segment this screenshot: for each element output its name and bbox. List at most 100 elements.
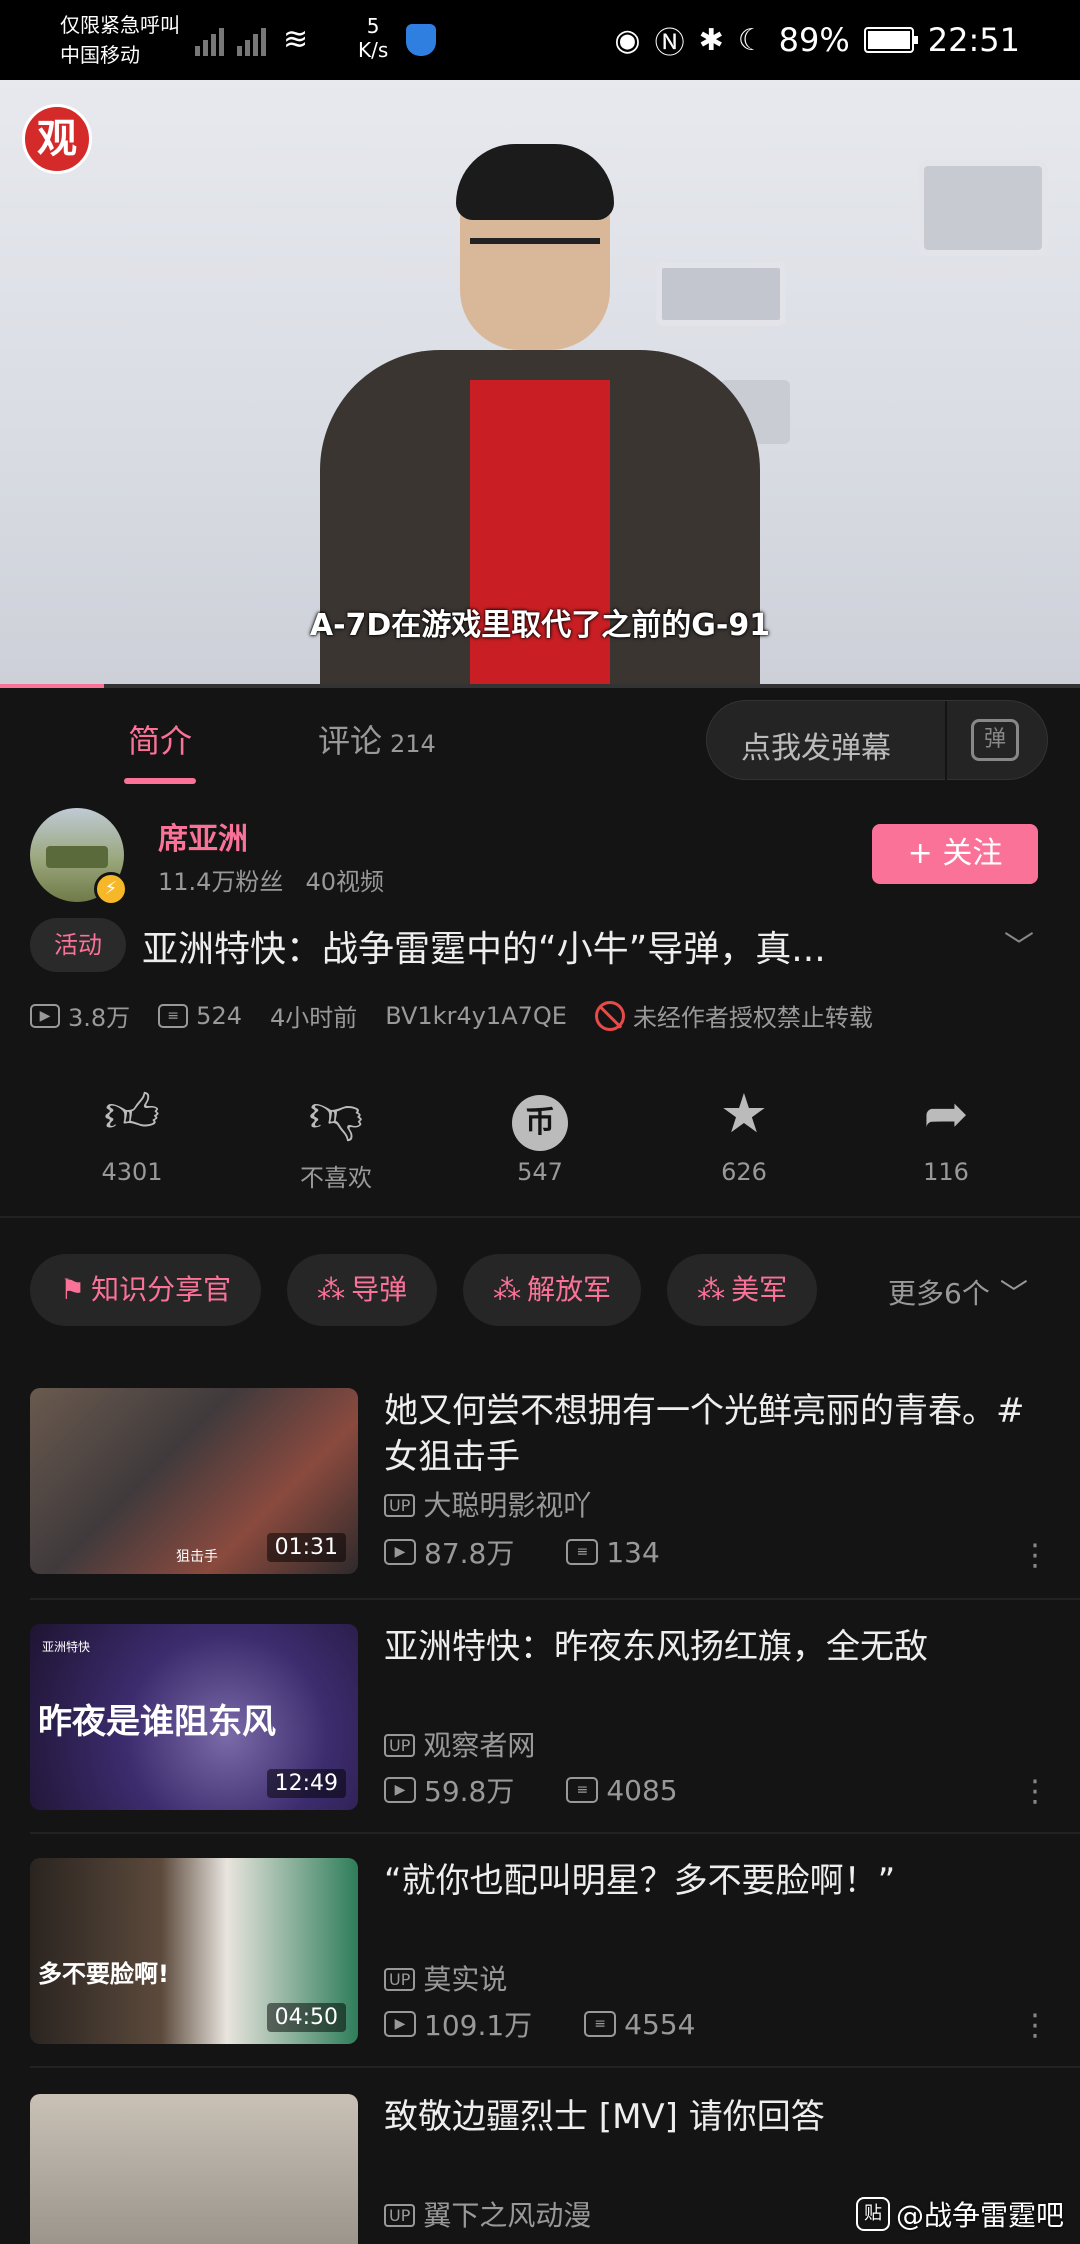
up-badge-icon: UP	[384, 1968, 416, 1991]
video-thumbnail[interactable]	[30, 2094, 358, 2244]
net-speed-value: 5	[366, 14, 380, 38]
tab-indicator	[124, 778, 196, 784]
video-duration: 01:31	[266, 1533, 346, 1562]
favorite-button[interactable]: ★ 626	[674, 1082, 814, 1186]
net-speed: 5 K/s	[358, 14, 388, 62]
related-danmaku: 134	[606, 1535, 660, 1569]
danmaku-input[interactable]: 点我发弹幕	[741, 723, 891, 767]
danmaku-box[interactable]: 点我发弹幕 弹	[706, 700, 1048, 781]
video-progress-bar[interactable]	[0, 684, 1080, 688]
tab-comments[interactable]: 评论 214	[318, 716, 436, 762]
related-plays: 109.1万	[424, 2009, 533, 2042]
flag-icon: ⚑	[60, 1273, 86, 1306]
tab-comments-label: 评论	[318, 722, 383, 760]
chip-pla[interactable]: ⁂ 解放军	[463, 1254, 642, 1326]
avatar[interactable]: ⚡	[30, 808, 128, 906]
more-vertical-icon[interactable]: ⋮	[1020, 1538, 1050, 1573]
net-speed-unit: K/s	[358, 38, 389, 62]
cluster-icon: ⁂	[697, 1273, 726, 1306]
repost-notice: 未经作者授权禁止转载	[632, 1004, 873, 1032]
uploader-stats: 11.4万粉丝 40视频	[158, 862, 384, 897]
thumbs-down-icon: 👎︎	[308, 1082, 364, 1145]
danmaku-count-icon: ≡	[566, 1539, 599, 1565]
divider	[30, 1598, 1080, 1600]
video-duration: 04:50	[266, 2003, 346, 2032]
no-repost-icon	[594, 1000, 625, 1031]
battery-percent: 89%	[778, 21, 850, 59]
cluster-icon: ⁂	[317, 1273, 346, 1306]
related-stats: ▶ 87.8万 ≡ 134	[384, 1532, 660, 1572]
thumb-caption: 昨夜是谁阻东风	[38, 1702, 276, 1742]
battery-icon	[863, 27, 918, 53]
clock: 22:51	[927, 21, 1020, 59]
cluster-icon: ⁂	[493, 1273, 522, 1306]
video-thumbnail[interactable]: 狙击手 01:31	[30, 1388, 358, 1574]
thumb-tag: 亚洲特快	[42, 1640, 91, 1654]
activity-tag[interactable]: 活动	[30, 918, 126, 972]
status-bar: 仅限紧急呼叫 中国移动 ≋ 5 K/s ◉ Ⓝ ✱ ☾ 89% 22:51	[0, 0, 1080, 80]
watermark-text: @战争雷霆吧	[895, 2199, 1064, 2232]
related-uploader: UP 观察者网	[384, 1724, 535, 1764]
carrier-name: 中国移动	[60, 43, 140, 67]
video-thumbnail[interactable]: 多不要脸啊! 04:50	[30, 1858, 358, 2044]
related-title: 亚洲特快：昨夜东风扬红旗，全无敌	[384, 1627, 928, 1667]
channel-logo: 观	[22, 104, 92, 174]
lightning-badge-icon: ⚡	[94, 872, 128, 906]
signal-icon: ≋	[195, 14, 308, 56]
emergency-text: 仅限紧急呼叫	[60, 13, 180, 37]
up-badge-icon: UP	[384, 2204, 416, 2227]
danmaku-count: 524	[196, 1001, 242, 1030]
danmaku-count-icon: ≡	[566, 1777, 599, 1803]
share-button[interactable]: ➦ 116	[876, 1082, 1016, 1186]
play-count: 3.8万	[68, 1004, 131, 1032]
more-tags-button[interactable]: 更多6个 ﹀	[888, 1272, 1028, 1312]
play-count-icon: ▶	[384, 2011, 416, 2037]
tag-chips: ⚑ 知识分享官 ⁂ 导弹 ⁂ 解放军 ⁂ 美军	[30, 1254, 818, 1326]
chevron-down-icon: ﹀	[999, 1277, 1028, 1310]
video-player[interactable]: 观 A-7D在游戏里取代了之前的G-91	[0, 80, 1080, 686]
star-icon: ★	[719, 1082, 769, 1145]
like-button[interactable]: 👍︎ 4301	[62, 1082, 202, 1186]
related-danmaku: 4554	[624, 2007, 696, 2041]
uploader-name[interactable]: 席亚洲	[158, 814, 248, 858]
related-plays: 59.8万	[424, 1775, 515, 1808]
bluetooth-icon: ✱	[698, 22, 724, 58]
tab-intro[interactable]: 简介	[128, 716, 192, 762]
watermark: 贴 @战争雷霆吧	[855, 2194, 1064, 2234]
play-count-icon: ▶	[30, 1003, 60, 1028]
related-danmaku: 4085	[606, 1773, 678, 1807]
shield-icon	[406, 24, 436, 56]
video-title: 亚洲特快：战争雷霆中的“小牛”导弹，真...	[142, 929, 826, 970]
danmaku-count-icon: ≡	[158, 1003, 189, 1028]
divider	[0, 1216, 1080, 1218]
divider	[30, 2066, 1080, 2068]
related-title: “就你也配叫明星？多不要脸啊！”	[384, 1861, 896, 1901]
related-video-item[interactable]: 多不要脸啊! 04:50 “就你也配叫明星？多不要脸啊！” UP 莫实说 ▶ 109…	[0, 1858, 1080, 2078]
status-right: ◉ Ⓝ ✱ ☾ 89% 22:51	[614, 18, 1020, 62]
dislike-button[interactable]: 👎︎ 不喜欢	[266, 1082, 406, 1193]
related-video-item[interactable]: 狙击手 01:31 她又何尝不想拥有一个光鲜亮丽的青春。#女狙击手 UP 大聪明影…	[0, 1388, 1080, 1608]
chip-knowledge-sharer[interactable]: ⚑ 知识分享官	[30, 1254, 262, 1326]
related-title: 致敬边疆烈士 [MV] 请你回答	[384, 2097, 825, 2137]
related-video-item[interactable]: 亚洲特快 昨夜是谁阻东风 12:49 亚洲特快：昨夜东风扬红旗，全无敌 UP 观察…	[0, 1624, 1080, 1844]
video-duration: 12:49	[266, 1769, 346, 1798]
more-vertical-icon[interactable]: ⋮	[1020, 1774, 1050, 1809]
related-uploader: UP 大聪明影视吖	[384, 1484, 591, 1524]
related-uploader: UP 莫实说	[384, 1958, 507, 1998]
thumb-caption: 多不要脸啊!	[38, 1960, 169, 1988]
coin-count: 547	[517, 1158, 563, 1186]
related-stats: ▶ 59.8万 ≡ 4085	[384, 1770, 678, 1810]
video-thumbnail[interactable]: 亚洲特快 昨夜是谁阻东风 12:49	[30, 1624, 358, 1810]
related-plays: 87.8万	[424, 1537, 515, 1570]
chip-missile[interactable]: ⁂ 导弹	[287, 1254, 438, 1326]
chip-us-military[interactable]: ⁂ 美军	[667, 1254, 818, 1326]
danmaku-toggle-icon[interactable]: 弹	[971, 719, 1019, 761]
coin-button[interactable]: 币 547	[470, 1082, 610, 1186]
more-vertical-icon[interactable]: ⋮	[1020, 2008, 1050, 2043]
chip-label: 解放军	[527, 1273, 612, 1306]
related-uploader-name: 大聪明影视吖	[423, 1489, 592, 1522]
chevron-down-icon[interactable]: ﹀	[1004, 922, 1034, 966]
play-count-icon: ▶	[384, 1539, 416, 1565]
related-uploader: UP 翼下之风动漫	[384, 2194, 591, 2234]
follow-button[interactable]: + 关注	[872, 824, 1038, 884]
